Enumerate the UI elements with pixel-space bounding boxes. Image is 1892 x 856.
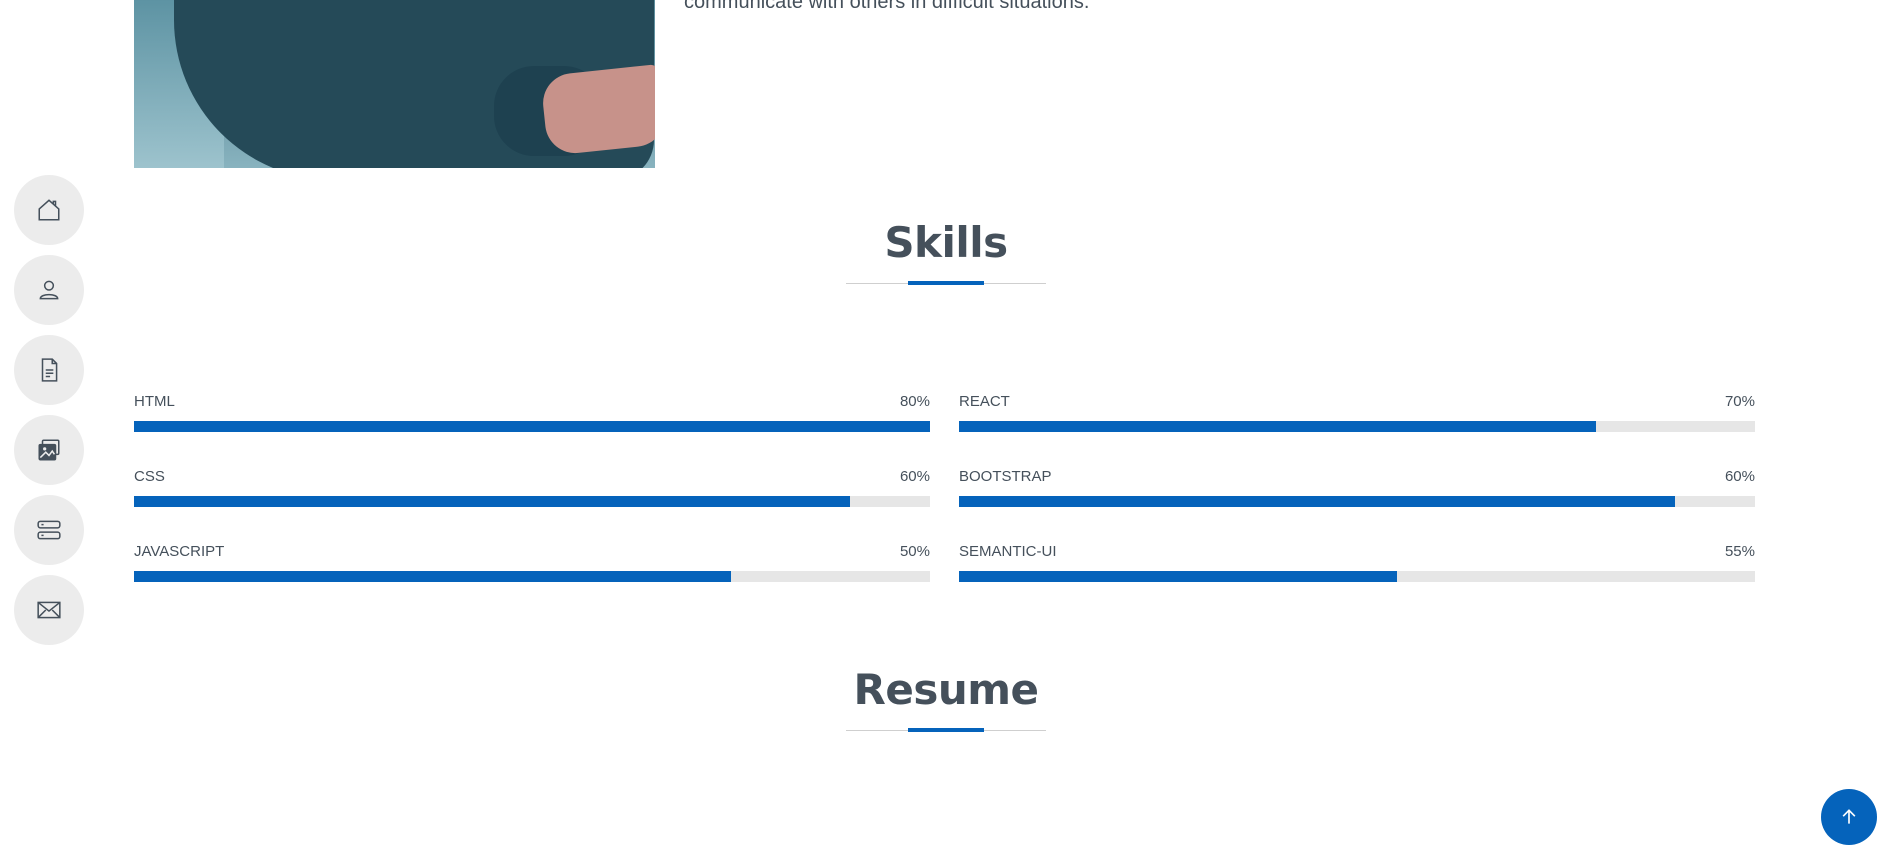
skill-label: CSS <box>134 468 165 485</box>
skill-progress-bar <box>959 496 1755 507</box>
images-icon <box>38 439 60 461</box>
skills-section-title: Skills <box>0 218 1892 287</box>
skill-item: SEMANTIC-UI 55% <box>959 543 1755 582</box>
resume-heading: Resume <box>853 665 1039 714</box>
skill-percent: 50% <box>899 543 930 560</box>
skill-progress-fill <box>134 496 851 507</box>
skill-progress-bar <box>134 496 930 507</box>
skill-item: HTML 80% <box>134 393 930 432</box>
skill-progress-fill <box>134 421 930 432</box>
skill-label: SEMANTIC-UI <box>959 543 1057 560</box>
skill-percent: 80% <box>899 393 930 410</box>
nav-resume[interactable] <box>14 335 84 405</box>
skill-progress-bar <box>959 421 1755 432</box>
skill-progress-bar <box>134 571 930 582</box>
server-icon <box>37 520 61 540</box>
skill-label: JAVASCRIPT <box>134 543 225 560</box>
skill-percent: 70% <box>1724 393 1755 410</box>
nav-services[interactable] <box>14 495 84 565</box>
envelope-icon <box>37 601 61 619</box>
skill-progress-fill <box>134 571 731 582</box>
arrow-up-icon <box>1842 809 1856 824</box>
skill-percent: 55% <box>1724 543 1755 560</box>
skill-progress-fill <box>959 496 1676 507</box>
skill-percent: 60% <box>899 468 930 485</box>
title-underline <box>846 728 1046 734</box>
skill-progress-fill <box>959 421 1596 432</box>
nav-contact[interactable] <box>14 575 84 645</box>
skill-progress-fill <box>959 571 1397 582</box>
skill-label: BOOTSTRAP <box>959 468 1052 485</box>
skill-progress-bar <box>959 571 1755 582</box>
skill-percent: 60% <box>1724 468 1755 485</box>
skill-progress-bar <box>134 421 930 432</box>
skill-item: REACT 70% <box>959 393 1755 432</box>
about-text: communicate with others in difficult sit… <box>684 0 1090 13</box>
file-icon <box>41 358 58 382</box>
skill-label: HTML <box>134 393 175 410</box>
skill-item: JAVASCRIPT 50% <box>134 543 930 582</box>
about-profile-image <box>134 0 655 168</box>
skill-label: REACT <box>959 393 1010 410</box>
page: communicate with others in difficult sit… <box>0 0 1892 856</box>
back-to-top-button[interactable] <box>1821 789 1877 845</box>
resume-section-title: Resume <box>0 665 1892 734</box>
title-underline <box>846 281 1046 287</box>
skill-item: BOOTSTRAP 60% <box>959 468 1755 507</box>
skills-heading: Skills <box>884 218 1008 267</box>
skill-item: CSS 60% <box>134 468 930 507</box>
nav-portfolio[interactable] <box>14 415 84 485</box>
